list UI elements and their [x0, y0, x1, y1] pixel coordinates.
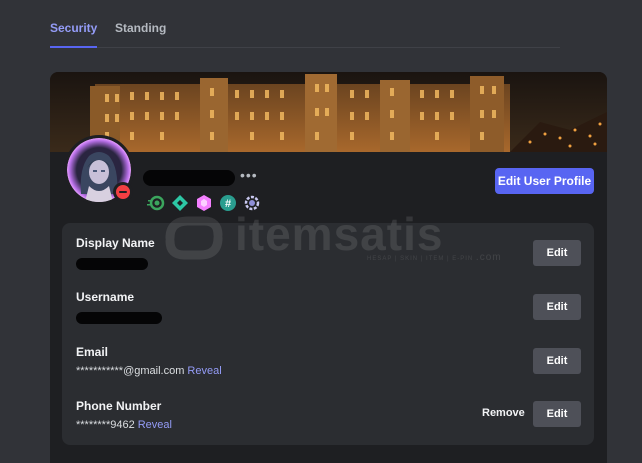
username-redacted — [143, 170, 235, 186]
hypesquad-icon[interactable] — [195, 194, 213, 212]
svg-text:#: # — [225, 198, 231, 210]
edit-display-name-button[interactable]: Edit — [533, 240, 581, 266]
quest-icon[interactable] — [243, 194, 261, 212]
remove-phone-button[interactable]: Remove — [482, 407, 525, 419]
email-value: ***********@gmail.com Reveal — [76, 365, 222, 377]
edit-user-profile-button[interactable]: Edit User Profile — [495, 168, 594, 194]
edit-email-button[interactable]: Edit — [533, 348, 581, 374]
more-options-icon[interactable]: ••• — [240, 167, 258, 183]
edit-username-button[interactable]: Edit — [533, 294, 581, 320]
email-reveal-link[interactable]: Reveal — [187, 365, 221, 377]
phone-number-label: Phone Number — [76, 399, 162, 413]
email-field: Email ***********@gmail.com Reveal Edit — [76, 345, 586, 393]
dnd-status-icon — [113, 182, 133, 202]
display-name-label: Display Name — [76, 236, 155, 250]
settings-tabs: Security Standing — [50, 0, 560, 48]
display-name-field: Display Name Edit — [76, 236, 586, 284]
username-label: Username — [76, 290, 135, 304]
email-label: Email — [76, 345, 109, 359]
user-profile-card: ••• # Edit User Profile Display Name Edi… — [50, 72, 607, 463]
nitro-icon[interactable] — [147, 194, 165, 212]
profile-banner — [50, 72, 607, 152]
avatar[interactable] — [64, 135, 134, 205]
phone-masked: ********9462 — [76, 419, 135, 431]
edit-phone-button[interactable]: Edit — [533, 401, 581, 427]
hashtag-icon[interactable]: # — [219, 194, 237, 212]
phone-reveal-link[interactable]: Reveal — [138, 419, 172, 431]
username-field: Username Edit — [76, 290, 586, 338]
email-masked: ***********@gmail.com — [76, 365, 185, 377]
tab-standing[interactable]: Standing — [115, 21, 166, 35]
tab-security[interactable]: Security — [50, 21, 98, 48]
phone-number-field: Phone Number ********9462 Reveal Remove E… — [76, 399, 586, 447]
display-name-redacted — [76, 258, 148, 270]
account-info-panel: Display Name Edit Username Edit Email **… — [62, 223, 594, 445]
phone-number-value: ********9462 Reveal — [76, 419, 172, 431]
boost-icon[interactable] — [171, 194, 189, 212]
username-value-redacted — [76, 312, 162, 324]
